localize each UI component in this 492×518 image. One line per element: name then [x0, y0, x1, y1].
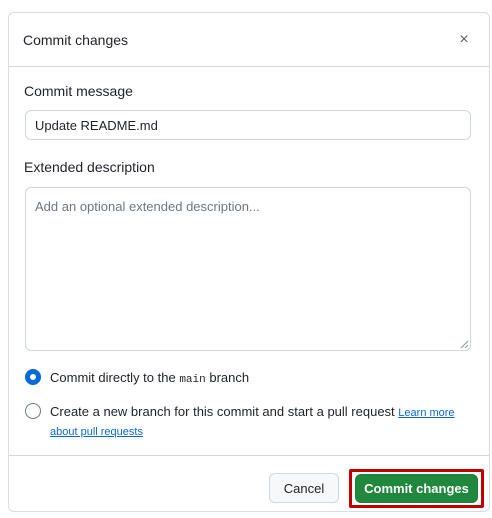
commit-directly-label: Commit directly to the main branch: [50, 370, 250, 386]
dialog-title: Commit changes: [23, 31, 129, 48]
commit-changes-button[interactable]: Commit changes: [355, 474, 478, 503]
close-icon[interactable]: ×: [453, 29, 475, 51]
branch-name: main: [179, 374, 206, 386]
extended-description-textarea[interactable]: [25, 187, 471, 351]
extended-description-label: Extended description: [24, 159, 155, 175]
resize-grip-icon[interactable]: [459, 339, 469, 349]
commit-message-label: Commit message: [24, 83, 133, 99]
dialog-header: Commit changes ×: [9, 13, 489, 67]
commit-message-input[interactable]: [25, 110, 471, 140]
commit-directly-radio[interactable]: [25, 369, 41, 385]
footer-divider: [9, 455, 489, 456]
commit-dialog: Commit changes × Commit message Extended…: [8, 12, 490, 512]
new-branch-option[interactable]: Create a new branch for this commit and …: [25, 403, 475, 441]
commit-button-highlight: Commit changes: [349, 469, 484, 508]
cancel-button[interactable]: Cancel: [269, 473, 339, 503]
new-branch-label: Create a new branch for this commit and …: [50, 404, 455, 438]
new-branch-radio[interactable]: [25, 403, 41, 419]
commit-directly-option[interactable]: Commit directly to the main branch: [25, 369, 249, 389]
